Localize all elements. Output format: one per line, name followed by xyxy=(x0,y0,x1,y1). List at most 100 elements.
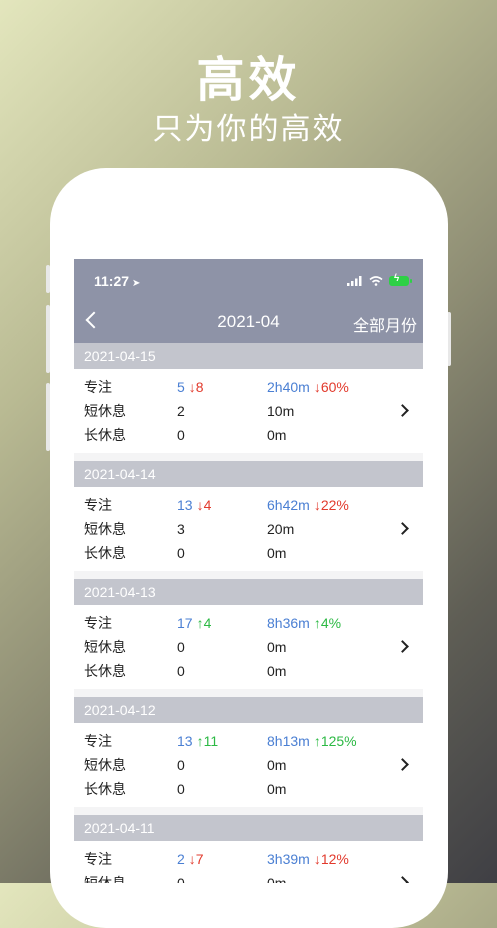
focus-row-count: 17 ↑4 xyxy=(177,613,211,633)
chevron-right-icon[interactable] xyxy=(396,758,409,771)
day-summary-card[interactable]: 专注 5 ↓8 2h40m ↓60% 短休息 2 10m 长休息 0 0m xyxy=(74,369,423,453)
stat-value: 2 xyxy=(177,851,185,867)
stat-delta: ↓4 xyxy=(196,497,212,513)
short-break-row-label: 短休息 xyxy=(84,401,126,421)
long-break-row-duration: 0m xyxy=(267,779,286,799)
day-list: 2021-04-15 专注 5 ↓8 2h40m ↓60% 短休息 2 10m 长休息 0 0m 202… xyxy=(74,343,423,883)
stat-value: 2 xyxy=(177,403,185,419)
long-break-row-label: 长休息 xyxy=(84,425,126,445)
promo-title: 高效 xyxy=(196,54,301,107)
stat-value: 3 xyxy=(177,521,185,537)
focus-row-label: 专注 xyxy=(84,377,112,397)
focus-row-duration: 2h40m ↓60% xyxy=(267,377,349,397)
short-break-row-duration: 10m xyxy=(267,401,294,421)
stat-value: 5 xyxy=(177,379,185,395)
stat-value: 长休息 xyxy=(84,545,126,561)
stat-value: 0 xyxy=(177,639,185,655)
app-screen: 11:27 ➤ ϟ 2021-04 全部月份 2021-04-15 专注 5 ↓8 2h4… xyxy=(74,259,423,883)
focus-row-count: 2 ↓7 xyxy=(177,849,204,869)
stat-delta: ↑4% xyxy=(313,615,342,631)
stat-value: 2h40m xyxy=(267,379,310,395)
focus-row-count: 5 ↓8 xyxy=(177,377,204,397)
stat-value: 6h42m xyxy=(267,497,310,513)
stat-value: 专注 xyxy=(84,379,112,395)
short-break-row-count: 2 xyxy=(177,401,185,421)
stat-value: 0m xyxy=(267,663,287,679)
date-header: 2021-04-14 xyxy=(74,461,423,487)
focus-row-duration: 6h42m ↓22% xyxy=(267,495,349,515)
stat-value: 0 xyxy=(177,427,185,443)
chevron-right-icon[interactable] xyxy=(396,404,409,417)
status-time-text: 11:27 xyxy=(94,273,130,289)
focus-row-duration: 8h13m ↑125% xyxy=(267,731,357,751)
long-break-row-count: 0 xyxy=(177,779,185,799)
short-break-row-duration: 20m xyxy=(267,519,294,539)
stat-delta: ↑11 xyxy=(196,733,219,749)
date-header: 2021-04-11 xyxy=(74,815,423,841)
day-summary-card[interactable]: 专注 17 ↑4 8h36m ↑4% 短休息 0 0m 长休息 0 0m xyxy=(74,605,423,689)
battery-icon: ϟ xyxy=(389,273,412,286)
focus-row-count: 13 ↓4 xyxy=(177,495,211,515)
status-icons: ϟ xyxy=(347,273,412,288)
stat-value: 短休息 xyxy=(84,639,126,655)
short-break-row-count: 0 xyxy=(177,755,185,775)
wifi-icon xyxy=(369,276,383,286)
long-break-row-label: 长休息 xyxy=(84,779,126,799)
date-header: 2021-04-13 xyxy=(74,579,423,605)
long-break-row-label: 长休息 xyxy=(84,543,126,563)
stat-value: 13 xyxy=(177,733,193,749)
stat-value: 0m xyxy=(267,639,287,655)
short-break-row-label: 短休息 xyxy=(84,637,126,657)
stat-value: 0m xyxy=(267,757,287,773)
day-summary-card[interactable]: 专注 13 ↓4 6h42m ↓22% 短休息 3 20m 长休息 0 0m xyxy=(74,487,423,571)
chevron-right-icon[interactable] xyxy=(396,876,409,883)
focus-row-duration: 8h36m ↑4% xyxy=(267,613,341,633)
day-summary-card[interactable]: 专注 13 ↑11 8h13m ↑125% 短休息 0 0m 长休息 0 0m xyxy=(74,723,423,807)
stat-value: 短休息 xyxy=(84,521,126,537)
chevron-right-icon[interactable] xyxy=(396,522,409,535)
focus-row-label: 专注 xyxy=(84,495,112,515)
stat-value: 17 xyxy=(177,615,193,631)
stat-value: 0 xyxy=(177,757,185,773)
date-header: 2021-04-12 xyxy=(74,697,423,723)
stat-value: 短休息 xyxy=(84,403,126,419)
stat-value: 0m xyxy=(267,781,287,797)
day-summary-card[interactable]: 专注2↓73h39m↓12%短休息00m长休息00m xyxy=(74,841,423,883)
long-break-row-count: 0 xyxy=(177,425,185,445)
stat-delta: ↓12% xyxy=(313,851,349,867)
stat-value: 长休息 xyxy=(84,663,126,679)
short-break-row-count: 3 xyxy=(177,519,185,539)
stat-delta: ↑4 xyxy=(196,615,212,631)
stat-value: 长休息 xyxy=(84,427,126,443)
stat-delta: ↓8 xyxy=(188,379,204,395)
app-header: 11:27 ➤ ϟ 2021-04 全部月份 xyxy=(74,259,423,343)
date-header: 2021-04-15 xyxy=(74,343,423,369)
short-break-row-count: 0 xyxy=(177,637,185,657)
chevron-right-icon[interactable] xyxy=(396,640,409,653)
short-break-row-label: 短休息 xyxy=(84,519,126,539)
focus-row-label: 专注 xyxy=(84,849,112,869)
stat-value: 3h39m xyxy=(267,851,310,867)
long-break-row-duration: 0m xyxy=(267,543,286,563)
focus-row-count: 13 ↑11 xyxy=(177,731,218,751)
short-break-row-label: 短休息 xyxy=(84,873,126,883)
stat-value: 专注 xyxy=(84,733,112,749)
focus-row-duration: 3h39m ↓12% xyxy=(267,849,349,869)
stat-value: 0 xyxy=(177,875,185,883)
all-months-button[interactable]: 全部月份 xyxy=(353,312,417,336)
stat-value: 0m xyxy=(267,875,287,883)
stat-value: 专注 xyxy=(84,615,112,631)
stat-delta: ↓60% xyxy=(313,379,349,395)
short-break-row-label: 短休息 xyxy=(84,755,126,775)
promo-subtitle: 只为你的高效 xyxy=(152,113,345,146)
stat-delta: ↓22% xyxy=(313,497,349,513)
stat-value: 专注 xyxy=(84,851,112,867)
stat-value: 长休息 xyxy=(84,781,126,797)
stat-value: 8h13m xyxy=(267,733,310,749)
status-time: 11:27 ➤ xyxy=(94,273,140,289)
signal-icon xyxy=(347,276,362,286)
short-break-row-duration: 0m xyxy=(267,873,286,883)
stat-delta: ↑125% xyxy=(313,733,357,749)
stat-value: 专注 xyxy=(84,497,112,513)
long-break-row-duration: 0m xyxy=(267,661,286,681)
